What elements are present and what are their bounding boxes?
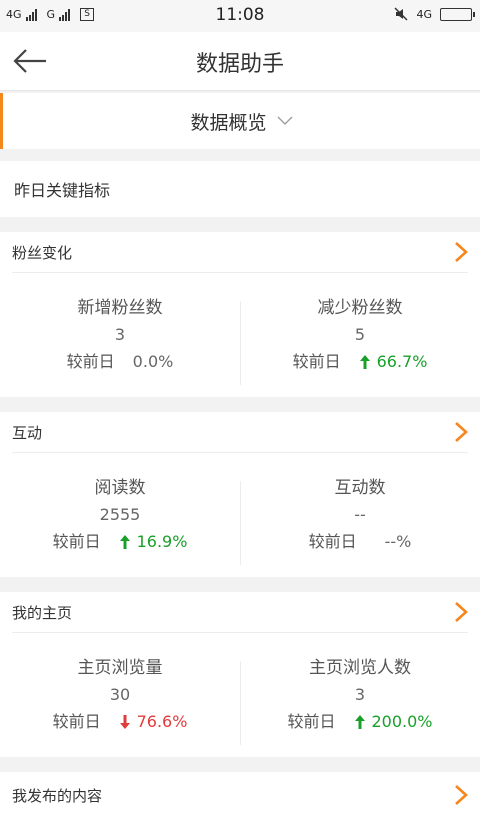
- metric-compare: 较前日 --%: [309, 529, 412, 555]
- compare-pct: 16.9%: [119, 529, 188, 555]
- battery-icon: [440, 7, 475, 21]
- compare-pct: 200.0%: [354, 709, 433, 735]
- metric-reads: 阅读数 2555 较前日 16.9%: [0, 453, 240, 577]
- metric-visitors: 主页浏览人数 3 较前日 200.0%: [240, 633, 480, 757]
- metric-label: 阅读数: [94, 478, 146, 498]
- metric-value: --: [354, 505, 366, 524]
- metric-value: 2555: [99, 505, 141, 524]
- compare-pct: 66.7%: [359, 349, 428, 375]
- metric-label: 减少粉丝数: [317, 298, 403, 318]
- section-homepage: 我的主页 主页浏览量 30 较前日 76.6% 主页浏览人数 3 较前日 200…: [0, 592, 480, 757]
- pct-value: --%: [384, 532, 412, 551]
- chevron-right-icon[interactable]: [454, 784, 468, 806]
- section-header[interactable]: 粉丝变化: [12, 232, 468, 273]
- arrow-up-icon: [354, 715, 365, 729]
- metric-label: 主页浏览人数: [309, 658, 411, 678]
- compare-label: 较前日: [66, 352, 115, 371]
- app-header: 数据助手: [0, 32, 480, 91]
- chevron-right-icon[interactable]: [454, 601, 468, 623]
- metrics-row: 新增粉丝数 3 较前日 0.0% 减少粉丝数 5 较前日 66.7%: [0, 273, 480, 397]
- network-type-right: 4G: [416, 7, 432, 21]
- chevron-down-icon: [277, 116, 292, 125]
- overview-dropdown[interactable]: 数据概览: [0, 93, 480, 149]
- pct-value: 76.6%: [136, 712, 188, 731]
- metric-compare: 较前日 0.0%: [67, 349, 174, 375]
- metric-value: 3: [354, 685, 366, 704]
- metric-label: 主页浏览量: [77, 658, 163, 678]
- chevron-right-icon[interactable]: [454, 241, 468, 263]
- compare-label: 较前日: [52, 532, 101, 551]
- metric-new-fans: 新增粉丝数 3 较前日 0.0%: [0, 273, 240, 397]
- metric-compare: 较前日 16.9%: [53, 529, 188, 555]
- key-metrics-heading: 昨日关键指标: [0, 161, 480, 217]
- compare-label: 较前日: [308, 532, 357, 551]
- section-fans: 粉丝变化 新增粉丝数 3 较前日 0.0% 减少粉丝数 5 较前日 66.7%: [0, 232, 480, 397]
- compare-label: 较前日: [52, 712, 101, 731]
- overview-label: 数据概览: [190, 111, 267, 134]
- pct-value: 0.0%: [132, 352, 174, 371]
- metric-compare: 较前日 200.0%: [287, 709, 432, 735]
- pct-value: 200.0%: [371, 712, 433, 731]
- metric-interactions: 互动数 -- 较前日 --%: [240, 453, 480, 577]
- section-my-content: 我发布的内容: [0, 772, 480, 818]
- status-right: 4G: [394, 7, 475, 21]
- arrow-down-icon: [119, 715, 130, 729]
- compare-pct: --%: [385, 529, 412, 555]
- pct-value: 66.7%: [376, 352, 428, 371]
- compare-pct: 76.6%: [119, 709, 188, 735]
- divider: [0, 149, 480, 161]
- metric-label: 新增粉丝数: [77, 298, 163, 318]
- page-title: 数据助手: [195, 52, 284, 77]
- section-interaction: 互动 阅读数 2555 较前日 16.9% 互动数 -- 较前日 --%: [0, 412, 480, 577]
- metric-value: 30: [109, 685, 131, 704]
- metric-compare: 较前日 66.7%: [293, 349, 428, 375]
- metric-value: 3: [114, 325, 126, 344]
- metrics-row: 阅读数 2555 较前日 16.9% 互动数 -- 较前日 --%: [0, 453, 480, 577]
- metric-value: 5: [354, 325, 366, 344]
- metric-compare: 较前日 76.6%: [53, 709, 188, 735]
- metric-lost-fans: 减少粉丝数 5 较前日 66.7%: [240, 273, 480, 397]
- section-header[interactable]: 互动: [12, 412, 468, 453]
- arrow-up-icon: [119, 535, 130, 549]
- metric-page-views: 主页浏览量 30 较前日 76.6%: [0, 633, 240, 757]
- arrow-up-icon: [359, 355, 370, 369]
- section-header[interactable]: 我的主页: [12, 592, 468, 633]
- chevron-right-icon[interactable]: [454, 421, 468, 443]
- section-title: 互动: [12, 423, 43, 442]
- status-bar: 4G G S 11:08 4G: [0, 0, 480, 32]
- metric-label: 互动数: [334, 478, 386, 498]
- compare-label: 较前日: [292, 352, 341, 371]
- section-title: 我的主页: [12, 603, 73, 622]
- pct-value: 16.9%: [136, 532, 188, 551]
- compare-pct: 0.0%: [133, 349, 174, 375]
- compare-label: 较前日: [287, 712, 336, 731]
- mute-icon: [394, 7, 408, 21]
- section-title: 我发布的内容: [12, 786, 103, 805]
- section-header[interactable]: 我发布的内容: [12, 772, 468, 818]
- metrics-row: 主页浏览量 30 较前日 76.6% 主页浏览人数 3 较前日 200.0%: [0, 633, 480, 757]
- section-title: 粉丝变化: [12, 243, 73, 262]
